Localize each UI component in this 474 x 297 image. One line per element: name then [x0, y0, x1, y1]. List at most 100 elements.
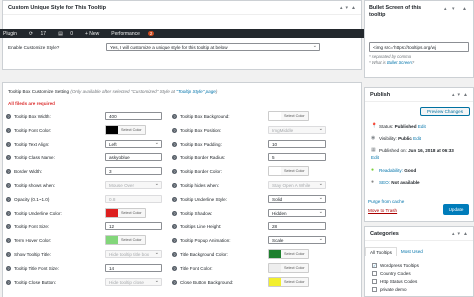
customize-heading: Tooltip Box Customize Setting (Only avai…	[8, 87, 360, 96]
performance-item[interactable]: Performance 2	[111, 31, 160, 37]
unique-style-header[interactable]: Custom Unique Style for This Tooltip ▴ ▾…	[3, 1, 361, 15]
color-picker-button[interactable]: Select Color	[105, 125, 146, 135]
published-edit-link[interactable]: Edit	[371, 155, 379, 160]
category-checkbox[interactable]: ✓	[372, 262, 377, 268]
readability-label[interactable]: Readability:	[379, 168, 403, 173]
collapse-toggle-icon[interactable]: ▲	[351, 5, 356, 11]
field-input[interactable]: 400	[105, 112, 162, 120]
color-picker-button[interactable]: Select Color	[105, 235, 146, 245]
field-select[interactable]: Hidden	[268, 209, 326, 217]
new-item[interactable]: + New	[85, 31, 105, 37]
category-checkbox[interactable]	[372, 270, 377, 276]
status-edit-link[interactable]: Edit	[418, 124, 426, 129]
field-input[interactable]: askyoblue	[105, 153, 162, 161]
chevron-down-icon[interactable]: ▾	[458, 92, 461, 98]
color-swatch	[106, 236, 118, 244]
field-label: Tooltip hides when:	[180, 183, 220, 188]
field-label: Tooltip Border Radius:	[180, 155, 226, 160]
admin-bar-plugin[interactable]: Plugin	[3, 31, 23, 37]
collapse-toggle-icon[interactable]: ▲	[463, 92, 468, 98]
update-button[interactable]: Update	[443, 204, 469, 215]
category-item[interactable]: ✓ Wordpress Tooltips	[372, 261, 472, 269]
field-select[interactable]: Solid	[268, 195, 326, 203]
color-picker-button[interactable]: Select Color	[268, 111, 309, 121]
help-icon: ?	[6, 252, 11, 257]
field-value: 3	[109, 168, 112, 174]
tab-all-tooltips[interactable]: All Tooltips	[365, 247, 397, 256]
collapse-toggle-icon[interactable]: ▲	[463, 231, 468, 237]
field-input[interactable]: 10	[268, 140, 326, 148]
field-input[interactable]: 14	[105, 264, 162, 272]
field-select[interactable]: Hide tooltip title box	[105, 250, 162, 258]
preview-changes-button[interactable]: Preview Changes	[420, 107, 470, 116]
help-icon: ?	[6, 114, 11, 119]
color-picker-button[interactable]: Select Color	[268, 249, 309, 259]
field-value: Hide tooltip close	[109, 279, 144, 285]
field-input[interactable]: 5	[268, 153, 326, 161]
category-item[interactable]: Country Codes	[372, 269, 472, 277]
categories-header[interactable]: Categories ▴ ▾ ▲	[365, 227, 473, 241]
pin-icon: 📍	[371, 123, 378, 129]
field-input[interactable]: 0.8	[105, 195, 162, 203]
chevron-up-icon[interactable]: ▴	[452, 231, 455, 237]
field-select[interactable]: Left	[105, 140, 162, 148]
bullet-screen-link[interactable]: Bullet Screen	[387, 60, 412, 65]
chevron-down-icon[interactable]: ▾	[346, 5, 349, 11]
category-checkbox[interactable]	[372, 286, 377, 292]
categories-box: Categories ▴ ▾ ▲ All Tooltips Most Used …	[364, 226, 474, 297]
category-item[interactable]: Http Status Codes	[372, 277, 472, 285]
bullet-screen-box: Bullet Screen of this tooltip ▴ ▾ ▲ <img…	[364, 0, 474, 78]
field-select[interactable]: Stay Open A While	[268, 181, 326, 189]
field-label: Tooltip Font Color:	[14, 128, 52, 133]
seo-row: ● SEO: Not available	[371, 178, 420, 186]
help-icon: ?	[172, 169, 177, 174]
right-field-row: ? Tooltip Underline Style:	[172, 195, 227, 204]
field-label: Border Width:	[14, 169, 43, 174]
color-picker-button[interactable]: Select Color	[268, 277, 309, 287]
purge-row: Purge from cache	[368, 197, 404, 205]
publish-header[interactable]: Publish ▴ ▾ ▲	[365, 88, 473, 102]
chevron-down-icon[interactable]: ▾	[458, 231, 461, 237]
category-checkbox[interactable]	[372, 278, 377, 284]
field-select[interactable]: Mouse Over	[105, 181, 162, 189]
field-input[interactable]: 3	[105, 167, 162, 175]
updates-item[interactable]: ⟳ 17	[29, 31, 52, 37]
tab-most-used[interactable]: Most Used	[397, 247, 427, 256]
enable-customize-select[interactable]: Yes, I will customize a unique style for…	[106, 43, 320, 51]
bullet-screen-header[interactable]: Bullet Screen of this tooltip	[369, 5, 433, 19]
field-label: Tooltip Shadow:	[180, 211, 213, 216]
category-item[interactable]: private demo	[372, 285, 472, 293]
field-label: Tooltip Close Button:	[14, 280, 57, 285]
color-swatch	[106, 126, 118, 134]
chevron-up-icon[interactable]: ▴	[444, 6, 447, 12]
comments-item[interactable]: ▤ 0	[58, 31, 79, 37]
purge-cache-link[interactable]: Purge from cache	[368, 199, 404, 204]
field-input[interactable]: 12	[105, 222, 162, 230]
move-to-trash-link[interactable]: Move to Trash	[368, 208, 397, 213]
status-row: 📍 Status: Published Edit	[371, 123, 426, 129]
color-picker-button[interactable]: Select Color	[268, 166, 309, 176]
field-select[interactable]: ImgMiddle	[268, 126, 326, 134]
chevron-up-icon[interactable]: ▴	[452, 92, 455, 98]
field-select[interactable]: Scale	[268, 236, 326, 244]
field-value: askyoblue	[109, 154, 130, 160]
field-label: Tooltip shows when:	[14, 183, 56, 188]
bullet-screen-input[interactable]: <img src='https://tooltips.org/wj	[369, 42, 469, 52]
bullet-note-2: What is	[371, 60, 386, 65]
field-label: Tooltip Box Width:	[14, 114, 51, 119]
color-picker-button[interactable]: Select Color	[268, 263, 309, 273]
select-color-label: Select Color	[284, 169, 305, 173]
collapse-toggle-icon[interactable]: ▲	[462, 6, 467, 12]
field-select[interactable]: Hide tooltip close	[105, 278, 162, 286]
field-input[interactable]: 28	[268, 222, 326, 230]
select-color-label: Select Color	[284, 280, 305, 284]
chevron-down-icon[interactable]: ▾	[452, 6, 455, 12]
color-swatch	[269, 250, 281, 258]
visibility-edit-link[interactable]: Edit	[413, 136, 421, 141]
right-field-row: ? Tooltip Popup Animation:	[172, 236, 231, 245]
color-picker-button[interactable]: Select Color	[105, 208, 146, 218]
customize-heading-note: (Only available after selected "Customiz…	[70, 89, 175, 94]
chevron-up-icon[interactable]: ▴	[340, 5, 343, 11]
seo-label[interactable]: SEO:	[379, 180, 390, 185]
tooltip-style-link[interactable]: "Tooltip Style" page	[176, 89, 216, 94]
